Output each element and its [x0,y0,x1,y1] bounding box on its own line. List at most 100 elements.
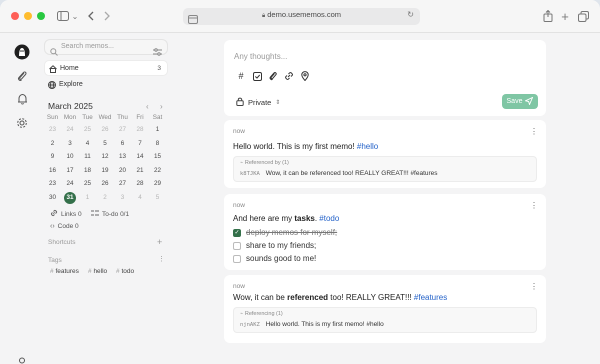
tag-features[interactable]: # features [50,268,79,275]
calendar-day[interactable]: 13 [114,151,131,163]
calendar-day[interactable]: 7 [132,138,149,150]
link-memo-icon[interactable] [284,71,294,81]
stat-code[interactable]: ‹› Code 0 [50,223,79,230]
chevron-left-icon[interactable]: ‹ [146,102,149,111]
navigation-rail [0,33,44,364]
checkbox[interactable] [233,241,241,250]
calendar-weekday: Tue [82,114,93,121]
user-icon[interactable] [13,353,31,364]
calendar-day[interactable]: 9 [44,151,61,163]
calendar-day[interactable]: 24 [62,124,79,136]
checkbox[interactable] [233,254,241,263]
bell-icon[interactable] [13,90,31,108]
checkbox-insert-icon[interactable] [252,71,262,81]
calendar-day[interactable]: 5 [97,138,114,150]
memo-editor[interactable]: Any thoughts... # Private ⇕ Save [224,40,546,116]
tags-more-icon[interactable]: ⋮ [158,255,165,263]
calendar-day[interactable]: 2 [44,138,61,150]
calendar-day[interactable]: 3 [62,138,79,150]
calendar-day[interactable]: 4 [79,138,96,150]
location-pin-icon[interactable] [300,71,310,81]
tag-todo[interactable]: # todo [116,268,134,275]
minimize-window-button[interactable] [24,12,32,20]
hash-icon: # [116,268,120,275]
save-button[interactable]: Save [502,94,538,109]
calendar-day[interactable]: 12 [97,151,114,163]
checkbox-checked[interactable]: ✓ [233,228,241,237]
calendar-day[interactable]: 16 [44,165,61,177]
new-tab-icon[interactable]: + [557,8,573,24]
calendar-day[interactable]: 25 [79,178,96,190]
tag-insert-icon[interactable]: # [236,71,246,81]
calendar-day[interactable]: 30 [44,192,61,204]
reload-icon[interactable]: ↻ [407,10,414,19]
calendar-day[interactable]: 28 [132,178,149,190]
calendar-day[interactable]: 1 [79,192,96,204]
ref-memo-link[interactable]: k8TJKA Wow, it can be referenced too! RE… [240,170,438,177]
more-options-icon[interactable]: ⋮ [530,201,538,210]
more-options-icon[interactable]: ⋮ [530,282,538,291]
chevron-down-icon[interactable]: ⌄ [67,8,83,24]
calendar-day[interactable]: 4 [132,192,149,204]
calendar-day[interactable]: 2 [97,192,114,204]
memo-card: now ⋮ Wow, it can be referenced too! REA… [224,275,546,343]
close-window-button[interactable] [11,12,19,20]
attachment-icon[interactable] [268,71,278,81]
calendar-day[interactable]: 26 [97,124,114,136]
calendar-day[interactable]: 5 [149,192,166,204]
calendar-day[interactable]: 18 [79,165,96,177]
add-shortcut-button[interactable]: + [157,237,162,247]
visibility-selector[interactable]: Private ⇕ [236,97,280,108]
calendar-day[interactable]: 11 [79,151,96,163]
nav-item-explore[interactable]: Explore [44,77,168,93]
calendar-day[interactable]: 24 [62,178,79,190]
calendar-day[interactable]: 28 [132,124,149,136]
filter-icon[interactable] [153,43,162,61]
calendar-day[interactable]: 20 [114,165,131,177]
calendar-day[interactable]: 23 [44,124,61,136]
calendar-day[interactable]: 21 [132,165,149,177]
share-icon[interactable] [540,8,556,24]
forward-icon[interactable] [99,8,115,24]
calendar-day[interactable]: 15 [149,151,166,163]
memo-card: now ⋮ And here are my tasks. #todo ✓ dep… [224,194,546,270]
calendar-day[interactable]: 23 [44,178,61,190]
tab-overview-icon[interactable] [575,8,591,24]
gear-icon[interactable] [13,114,31,132]
back-icon[interactable] [83,8,99,24]
app-logo-icon[interactable] [13,43,31,61]
memo-tag[interactable]: #features [414,293,447,302]
memo-tag[interactable]: #hello [357,142,378,151]
calendar-day[interactable]: 1 [149,124,166,136]
more-options-icon[interactable]: ⋮ [530,127,538,136]
ref-memo-link[interactable]: njnAKZ Hello world. This is my first mem… [240,321,384,328]
calendar-weekday: Mon [63,114,77,121]
calendar-day[interactable]: 8 [149,138,166,150]
address-bar[interactable]: 🔒︎ demo.usememos.com ↻ [183,8,420,25]
calendar-day[interactable]: 25 [79,124,96,136]
memo-tag[interactable]: #todo [319,214,339,223]
calendar-day[interactable]: 27 [114,178,131,190]
calendar-day[interactable]: 10 [62,151,79,163]
zoom-window-button[interactable] [37,12,45,20]
calendar-day[interactable]: 6 [114,138,131,150]
calendar-day[interactable]: 17 [62,165,79,177]
paperclip-icon[interactable] [13,67,31,85]
stat-links[interactable]: Links 0 [50,209,82,219]
chevron-right-icon[interactable]: › [160,102,163,111]
calendar-day[interactable]: 22 [149,165,166,177]
calendar-day[interactable]: 19 [97,165,114,177]
calendar-day[interactable]: 26 [97,178,114,190]
search-input[interactable]: Search memos... [44,39,168,56]
calendar-day-today[interactable]: 31 [64,191,76,204]
nav-item-home[interactable]: Home 3 [44,60,168,76]
calendar-day[interactable]: 27 [114,124,131,136]
tag-hello[interactable]: # hello [88,268,107,275]
todo-item: ✓ deploy memos for myself; [233,228,338,237]
ref-title: ⌁ Referenced by (1) [240,160,289,166]
calendar-day[interactable]: 3 [114,192,131,204]
nav-item-label: Home [60,64,79,72]
stat-todo[interactable]: To-do 0/1 [91,209,129,219]
calendar-day[interactable]: 14 [132,151,149,163]
calendar-day[interactable]: 29 [149,178,166,190]
